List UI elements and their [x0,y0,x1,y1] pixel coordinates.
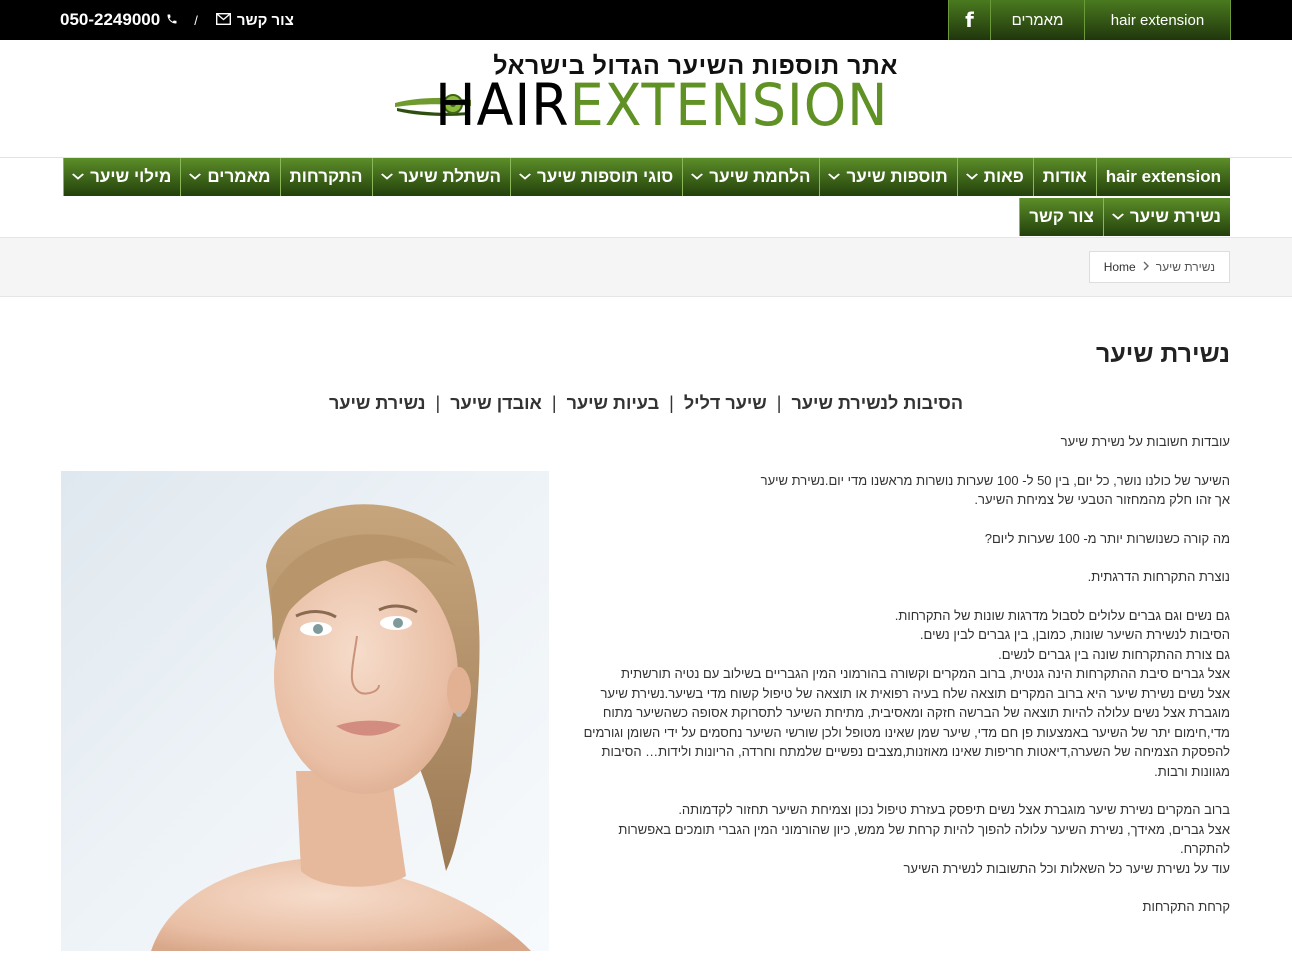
article-line: הסיבות לנשירת השיער שונות, כמובן, בין גב… [919,627,1230,642]
nav-item[interactable]: צור קשר [1019,198,1103,236]
logo-wordmark: HAIREXTENSION [435,76,888,134]
main-nav-row-1: hair extension אודות פאות תוספות שיער הלחמת … [63,158,1230,196]
top-nav-articles[interactable]: מאמרים [990,0,1084,40]
nav-item-label: תוספות שיער [846,167,948,186]
top-nav-hair-extension[interactable]: hair extension [1084,0,1231,40]
breadcrumb-current: נשירת שיער [1155,260,1215,274]
sub-nav-link[interactable]: נשירת שיער [329,393,426,414]
chevron-down-icon [1111,211,1124,223]
nav-item-label: התקרחות [289,167,363,186]
breadcrumb: Home נשירת שיער [1088,251,1230,283]
article-line: אך זהו חלק מהמחזור הטבעי של צמיחת השיער. [974,492,1230,507]
article-line: עובדות חשובות על נשירת שיער [1060,434,1230,449]
sub-nav-link[interactable]: אובדן שיער [450,393,542,414]
nav-item-label: הלחמת שיער [709,167,811,186]
article-line: ברוב המקרים נשירת שיער מוגברת אצל נשים ת… [678,802,1230,817]
nav-item-label: אודות [1042,167,1087,186]
article-line: להפסקת הצמיחה של השערה,דיאטות חריפות שאי… [601,744,1230,759]
sub-nav-separator: | [669,393,674,413]
chevron-down-icon [691,171,704,183]
nav-item-label: סוגי תוספות שיער [537,167,674,186]
nav-item[interactable]: אודות [1032,158,1096,196]
nav-item[interactable]: מילוי שיער [63,158,181,196]
article-line: גם צורת ההתקרחות שונה בין גברים לנשים. [998,646,1230,662]
nav-item[interactable]: מאמרים [180,158,280,196]
site-logo[interactable]: אתר תוספות השיער הגדול בישראל HAIREXTENS… [393,52,898,136]
nav-item[interactable]: פאות [956,158,1033,196]
article-paragraph: קרחת התקרחות [580,897,1230,917]
page-title: נשירת שיער [1095,340,1230,368]
article-paragraph: השיער של כולנו נושר, כל יום, בין 50 ל- 1… [580,471,1230,510]
chevron-down-icon [189,171,202,183]
article-paragraph: מה קורה כשנושרות יותר מ- 100 שערות ליום? [580,529,1230,549]
article-paragraph: נוצרת התקרחות הדרגתית. [580,567,1230,587]
main-nav: hair extension אודות פאות תוספות שיער הלחמת … [63,158,1230,236]
article-line: אצל נשים נשירת שיער היא ברוב המקרים תוצא… [600,685,1230,701]
facebook-icon[interactable]: f [948,0,990,40]
nav-item-label: צור קשר [1029,207,1094,226]
article-line: אצל גברים סיבת ההתקרחות הינה גנטית, ברוב… [620,666,1230,681]
phone-number[interactable]: 050-2249000 [60,10,160,30]
nav-item-label: נשירת שיער [1129,207,1221,226]
article-line: גם נשים וגם גברים עלולים לסבול מדרגות שו… [894,607,1230,623]
nav-item[interactable]: תוספות שיער [819,158,957,196]
nav-item[interactable]: סוגי תוספות שיער [510,158,683,196]
article-line: נוצרת התקרחות הדרגתית. [1087,569,1230,584]
nav-item[interactable]: התקרחות [279,158,372,196]
breadcrumb-band: Home נשירת שיער [0,237,1292,297]
sub-nav-link[interactable]: שיער דליל [684,393,767,414]
breadcrumb-home[interactable]: Home [1104,260,1136,274]
chevron-right-icon [1143,260,1149,274]
article-line: עוד על נשירת שיער כל השאלות וכל התשובות … [903,860,1230,876]
nav-item-label: hair extension [1105,167,1221,186]
top-nav: f מאמרים hair extension [948,0,1231,40]
sub-nav-separator: | [435,393,441,413]
phone-icon [166,12,178,28]
woman-portrait-image [61,471,549,951]
top-bar: 050-2249000 / צור קשר f מאמרים hair exte… [0,0,1292,40]
nav-item-label: מילוי שיער [90,167,172,186]
article-line: להתקרח. [1180,841,1230,856]
chevron-down-icon [828,171,841,183]
sub-nav-link[interactable]: הסיבות לנשירת שיער [792,393,963,414]
nav-item[interactable]: נשירת שיער [1102,198,1230,236]
logo-word-hair: HAIR [435,71,570,139]
sub-nav-link[interactable]: בעיות שיער [567,393,660,414]
chevron-down-icon [965,171,978,183]
sub-nav-separator: | [776,393,782,413]
envelope-icon [215,12,231,28]
article-line: קרחת התקרחות [1142,899,1230,914]
chevron-down-icon [380,171,393,183]
nav-item[interactable]: השתלת שיער [371,158,510,196]
article-line: מגוונות ורבות. [1154,763,1230,779]
nav-item-label: מאמרים [207,167,271,186]
article-paragraph: ברוב המקרים נשירת שיער מוגברת אצל נשים ת… [580,800,1230,878]
separator: / [194,12,198,28]
article-paragraph: עובדות חשובות על נשירת שיער [580,432,1230,452]
nav-item-label: פאות [983,167,1024,186]
article-line: מוגברת אצל נשים עלולה להיות תוצאה של הבר… [602,705,1230,720]
contact-link[interactable]: צור קשר [237,12,294,29]
article-line: השיער של כולנו נושר, כל יום, בין 50 ל- 1… [760,472,1230,488]
chevron-down-icon [519,171,532,183]
sub-nav-links: הסיבות לנשירת שיער | שיער דליל | בעיות שיער |… [329,393,963,414]
article-line: מה קורה כשנושרות יותר מ- 100 שערות ליום? [984,530,1230,546]
chevron-down-icon [72,171,85,183]
logo-word-extension: EXTENSION [569,71,889,139]
top-contact: 050-2249000 / צור קשר [60,0,294,40]
article-paragraph: גם נשים וגם גברים עלולים לסבול מדרגות שו… [580,606,1230,782]
nav-item[interactable]: הלחמת שיער [682,158,820,196]
main-nav-row-2: נשירת שיער צור קשר [1019,198,1230,236]
nav-item-label: השתלת שיער [398,167,501,186]
article-line: אצל גברים, מאידך, נשירת השיער עלולה להפו… [618,821,1230,837]
nav-item[interactable]: hair extension [1095,158,1230,196]
article-body: עובדות חשובות על נשירת שיער השיער של כולנ… [580,432,1230,936]
article-line: מדי,חימום יתר של השיער באמצעות פן חם מדי… [583,724,1230,740]
sub-nav-separator: | [551,393,557,413]
